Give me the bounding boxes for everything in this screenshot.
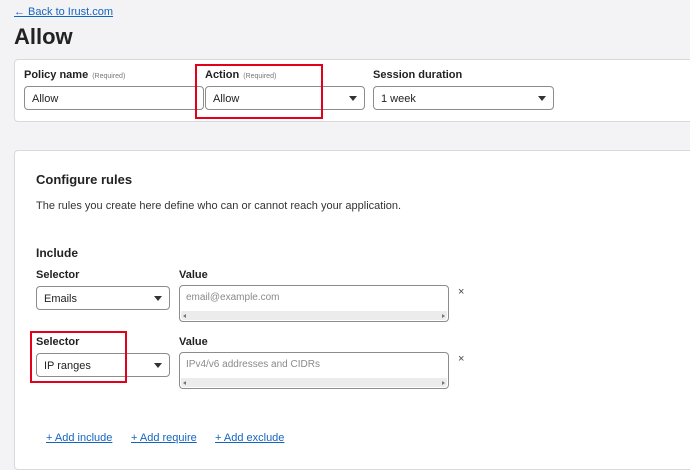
value-placeholder: email@example.com bbox=[186, 292, 280, 303]
close-icon[interactable]: × bbox=[458, 353, 464, 365]
close-icon[interactable]: × bbox=[458, 286, 464, 298]
configure-rules-description: The rules you create here define who can… bbox=[36, 200, 402, 212]
policy-name-value: Allow bbox=[32, 93, 59, 105]
value-placeholder: IPv4/v6 addresses and CIDRs bbox=[186, 359, 320, 370]
horizontal-scrollbar[interactable] bbox=[181, 311, 447, 320]
action-highlight-box bbox=[195, 64, 323, 119]
page-title: Allow bbox=[14, 24, 73, 49]
selector-value: Emails bbox=[44, 293, 78, 305]
chevron-down-icon bbox=[538, 96, 546, 101]
session-duration-select[interactable]: 1 week bbox=[373, 86, 554, 110]
session-duration-label: Session duration bbox=[373, 69, 463, 81]
session-duration-value: 1 week bbox=[381, 93, 416, 105]
selector-label: Selector bbox=[36, 269, 80, 281]
chevron-down-icon bbox=[154, 296, 162, 301]
email-value-textarea[interactable]: email@example.com bbox=[179, 285, 449, 322]
horizontal-scrollbar[interactable] bbox=[181, 378, 447, 387]
ip-value-textarea[interactable]: IPv4/v6 addresses and CIDRs bbox=[179, 352, 449, 389]
chevron-down-icon bbox=[154, 363, 162, 368]
value-label: Value bbox=[179, 336, 208, 348]
selector-highlight-box bbox=[30, 331, 127, 383]
required-tag: (Required) bbox=[92, 73, 126, 80]
chevron-down-icon bbox=[349, 96, 357, 101]
include-title: Include bbox=[36, 246, 79, 260]
add-exclude-link[interactable]: + Add exclude bbox=[215, 432, 284, 444]
add-require-link[interactable]: + Add require bbox=[131, 432, 197, 444]
configure-rules-title: Configure rules bbox=[36, 172, 133, 187]
policy-name-label-text: Policy name bbox=[24, 69, 89, 81]
value-label: Value bbox=[179, 269, 208, 281]
add-include-link[interactable]: + Add include bbox=[46, 432, 112, 444]
policy-name-input[interactable]: Allow bbox=[24, 86, 204, 110]
policy-name-label: Policy name (Required) bbox=[24, 69, 125, 81]
back-link[interactable]: ← Back to Irust.com bbox=[14, 6, 113, 18]
selector-select-emails[interactable]: Emails bbox=[36, 286, 170, 310]
